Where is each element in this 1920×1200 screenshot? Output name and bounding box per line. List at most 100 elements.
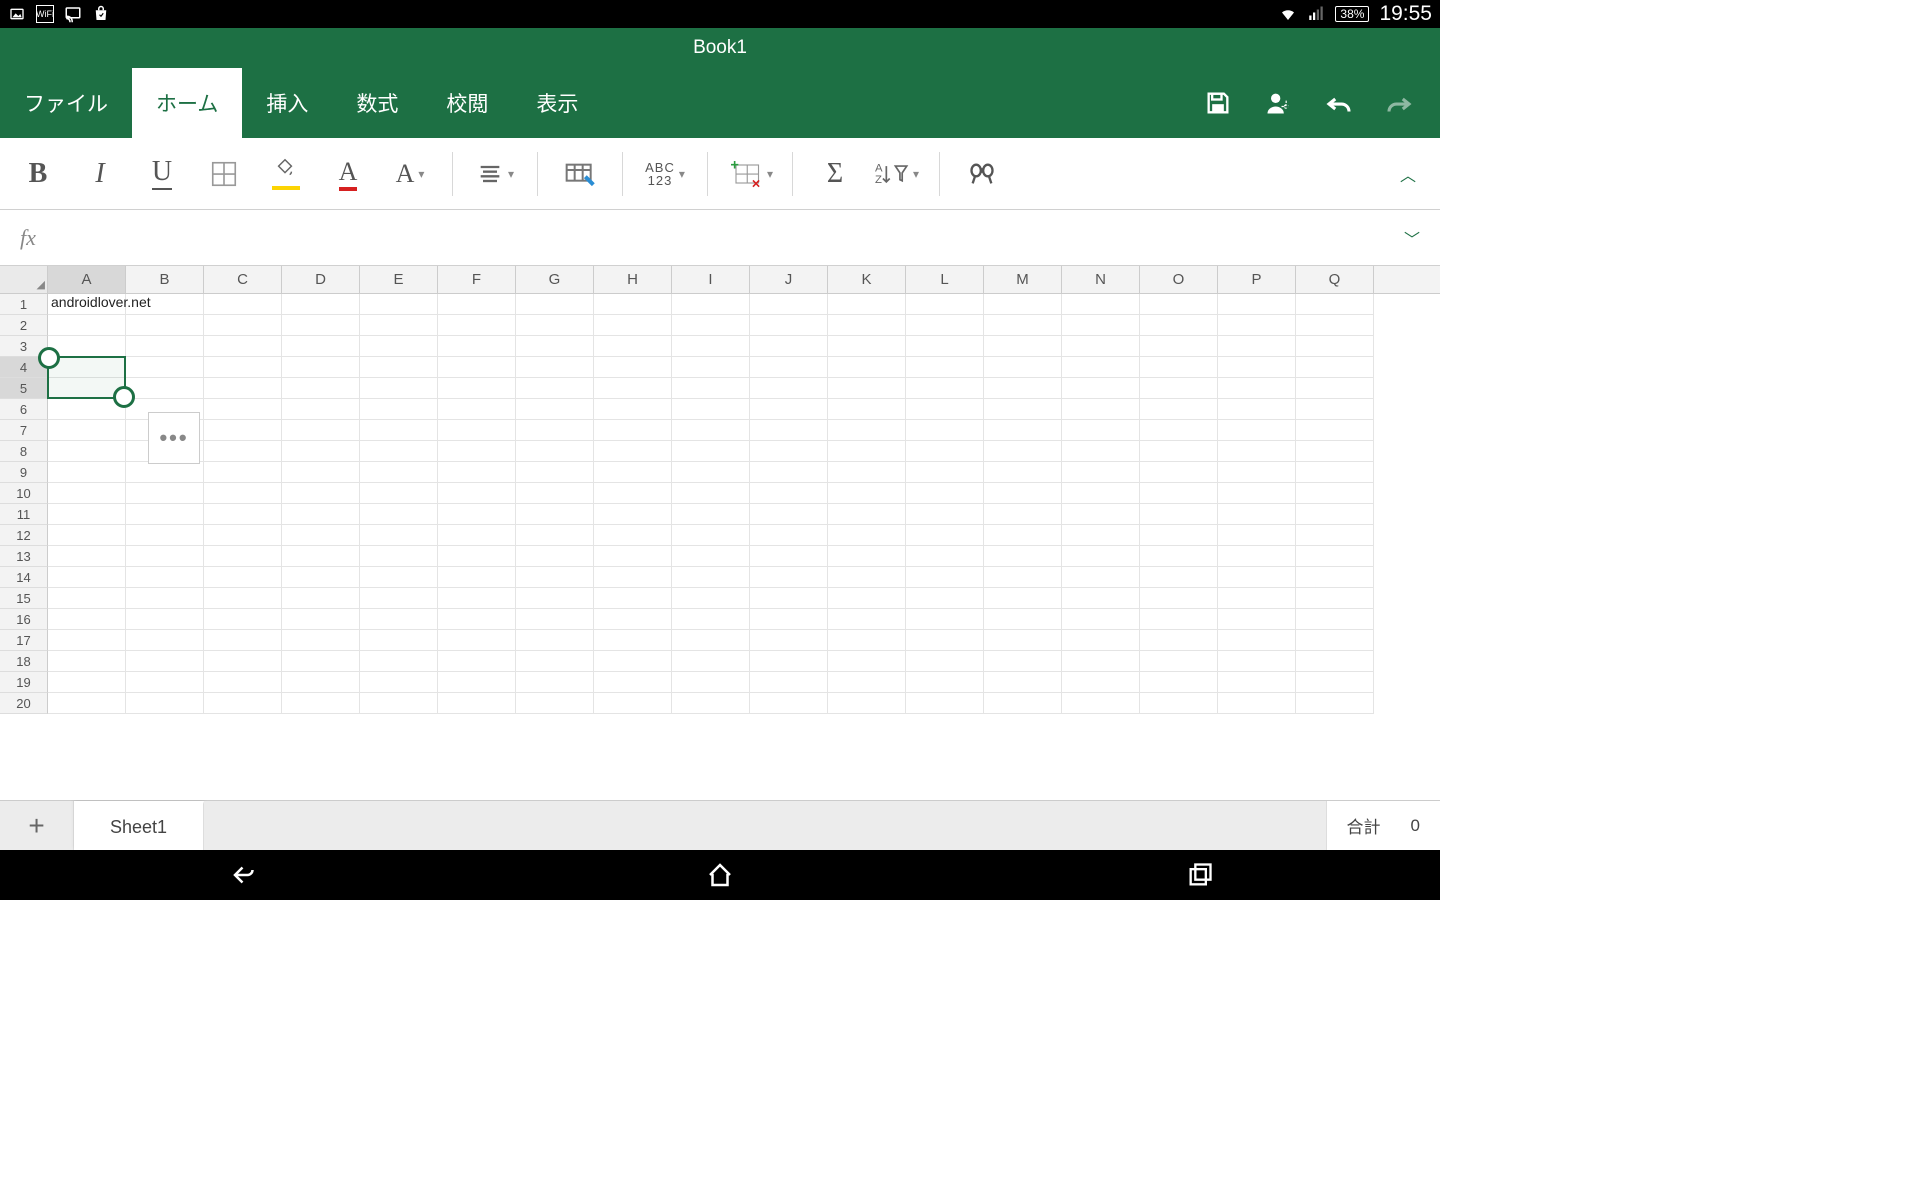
cell-I11[interactable] [672,504,750,525]
cell-K11[interactable] [828,504,906,525]
cell-K8[interactable] [828,441,906,462]
redo-icon[interactable] [1384,89,1412,117]
cell-Q17[interactable] [1296,630,1374,651]
cell-M4[interactable] [984,357,1062,378]
cell-D10[interactable] [282,483,360,504]
add-sheet-button[interactable]: + [0,801,74,850]
cell-A9[interactable] [48,462,126,483]
cell-I4[interactable] [672,357,750,378]
col-header-G[interactable]: G [516,266,594,293]
cell-G15[interactable] [516,588,594,609]
cell-G10[interactable] [516,483,594,504]
cell-C3[interactable] [204,336,282,357]
cells-area[interactable]: ••• androidlover.net [48,294,1374,714]
cell-H18[interactable] [594,651,672,672]
cell-D5[interactable] [282,378,360,399]
cell-B19[interactable] [126,672,204,693]
cell-C1[interactable] [204,294,282,315]
cell-J14[interactable] [750,567,828,588]
cell-Q10[interactable] [1296,483,1374,504]
cell-E8[interactable] [360,441,438,462]
cell-D20[interactable] [282,693,360,714]
col-header-E[interactable]: E [360,266,438,293]
cell-P7[interactable] [1218,420,1296,441]
formula-input[interactable] [36,210,1404,265]
cell-G8[interactable] [516,441,594,462]
tab-formula[interactable]: 数式 [332,68,422,138]
row-header-4[interactable]: 4 [0,357,48,378]
col-header-L[interactable]: L [906,266,984,293]
cell-L6[interactable] [906,399,984,420]
cell-N5[interactable] [1062,378,1140,399]
cell-O10[interactable] [1140,483,1218,504]
cell-O7[interactable] [1140,420,1218,441]
cell-H2[interactable] [594,315,672,336]
cell-D2[interactable] [282,315,360,336]
save-icon[interactable] [1204,89,1232,117]
cell-J1[interactable] [750,294,828,315]
cell-N7[interactable] [1062,420,1140,441]
cell-P13[interactable] [1218,546,1296,567]
cell-E20[interactable] [360,693,438,714]
cell-Q8[interactable] [1296,441,1374,462]
cell-O20[interactable] [1140,693,1218,714]
cell-Q9[interactable] [1296,462,1374,483]
cell-F20[interactable] [438,693,516,714]
cell-M11[interactable] [984,504,1062,525]
col-header-H[interactable]: H [594,266,672,293]
cell-J16[interactable] [750,609,828,630]
cell-F8[interactable] [438,441,516,462]
col-header-D[interactable]: D [282,266,360,293]
cell-Q6[interactable] [1296,399,1374,420]
cell-B5[interactable] [126,378,204,399]
cell-M13[interactable] [984,546,1062,567]
cell-P12[interactable] [1218,525,1296,546]
cell-Q20[interactable] [1296,693,1374,714]
cell-A12[interactable] [48,525,126,546]
cell-E10[interactable] [360,483,438,504]
cell-C18[interactable] [204,651,282,672]
cell-M18[interactable] [984,651,1062,672]
cell-M19[interactable] [984,672,1062,693]
cell-E16[interactable] [360,609,438,630]
cell-G20[interactable] [516,693,594,714]
cell-G14[interactable] [516,567,594,588]
cell-N20[interactable] [1062,693,1140,714]
col-header-B[interactable]: B [126,266,204,293]
row-header-5[interactable]: 5 [0,378,48,399]
cell-I12[interactable] [672,525,750,546]
cell-N6[interactable] [1062,399,1140,420]
cell-I20[interactable] [672,693,750,714]
cell-O4[interactable] [1140,357,1218,378]
cell-M1[interactable] [984,294,1062,315]
cell-K3[interactable] [828,336,906,357]
cell-K20[interactable] [828,693,906,714]
cell-Q16[interactable] [1296,609,1374,630]
cell-I1[interactable] [672,294,750,315]
cell-P2[interactable] [1218,315,1296,336]
cell-G16[interactable] [516,609,594,630]
cell-I9[interactable] [672,462,750,483]
cell-B12[interactable] [126,525,204,546]
cell-I18[interactable] [672,651,750,672]
row-header-10[interactable]: 10 [0,483,48,504]
cell-I19[interactable] [672,672,750,693]
cell-P1[interactable] [1218,294,1296,315]
cell-G12[interactable] [516,525,594,546]
cell-B11[interactable] [126,504,204,525]
cell-L11[interactable] [906,504,984,525]
cell-K17[interactable] [828,630,906,651]
cell-P16[interactable] [1218,609,1296,630]
cell-O17[interactable] [1140,630,1218,651]
cell-M17[interactable] [984,630,1062,651]
cell-H14[interactable] [594,567,672,588]
cell-E3[interactable] [360,336,438,357]
cell-P20[interactable] [1218,693,1296,714]
cell-L19[interactable] [906,672,984,693]
cell-M10[interactable] [984,483,1062,504]
cell-J19[interactable] [750,672,828,693]
borders-button[interactable] [196,146,252,202]
cell-E7[interactable] [360,420,438,441]
cell-Q3[interactable] [1296,336,1374,357]
row-header-15[interactable]: 15 [0,588,48,609]
